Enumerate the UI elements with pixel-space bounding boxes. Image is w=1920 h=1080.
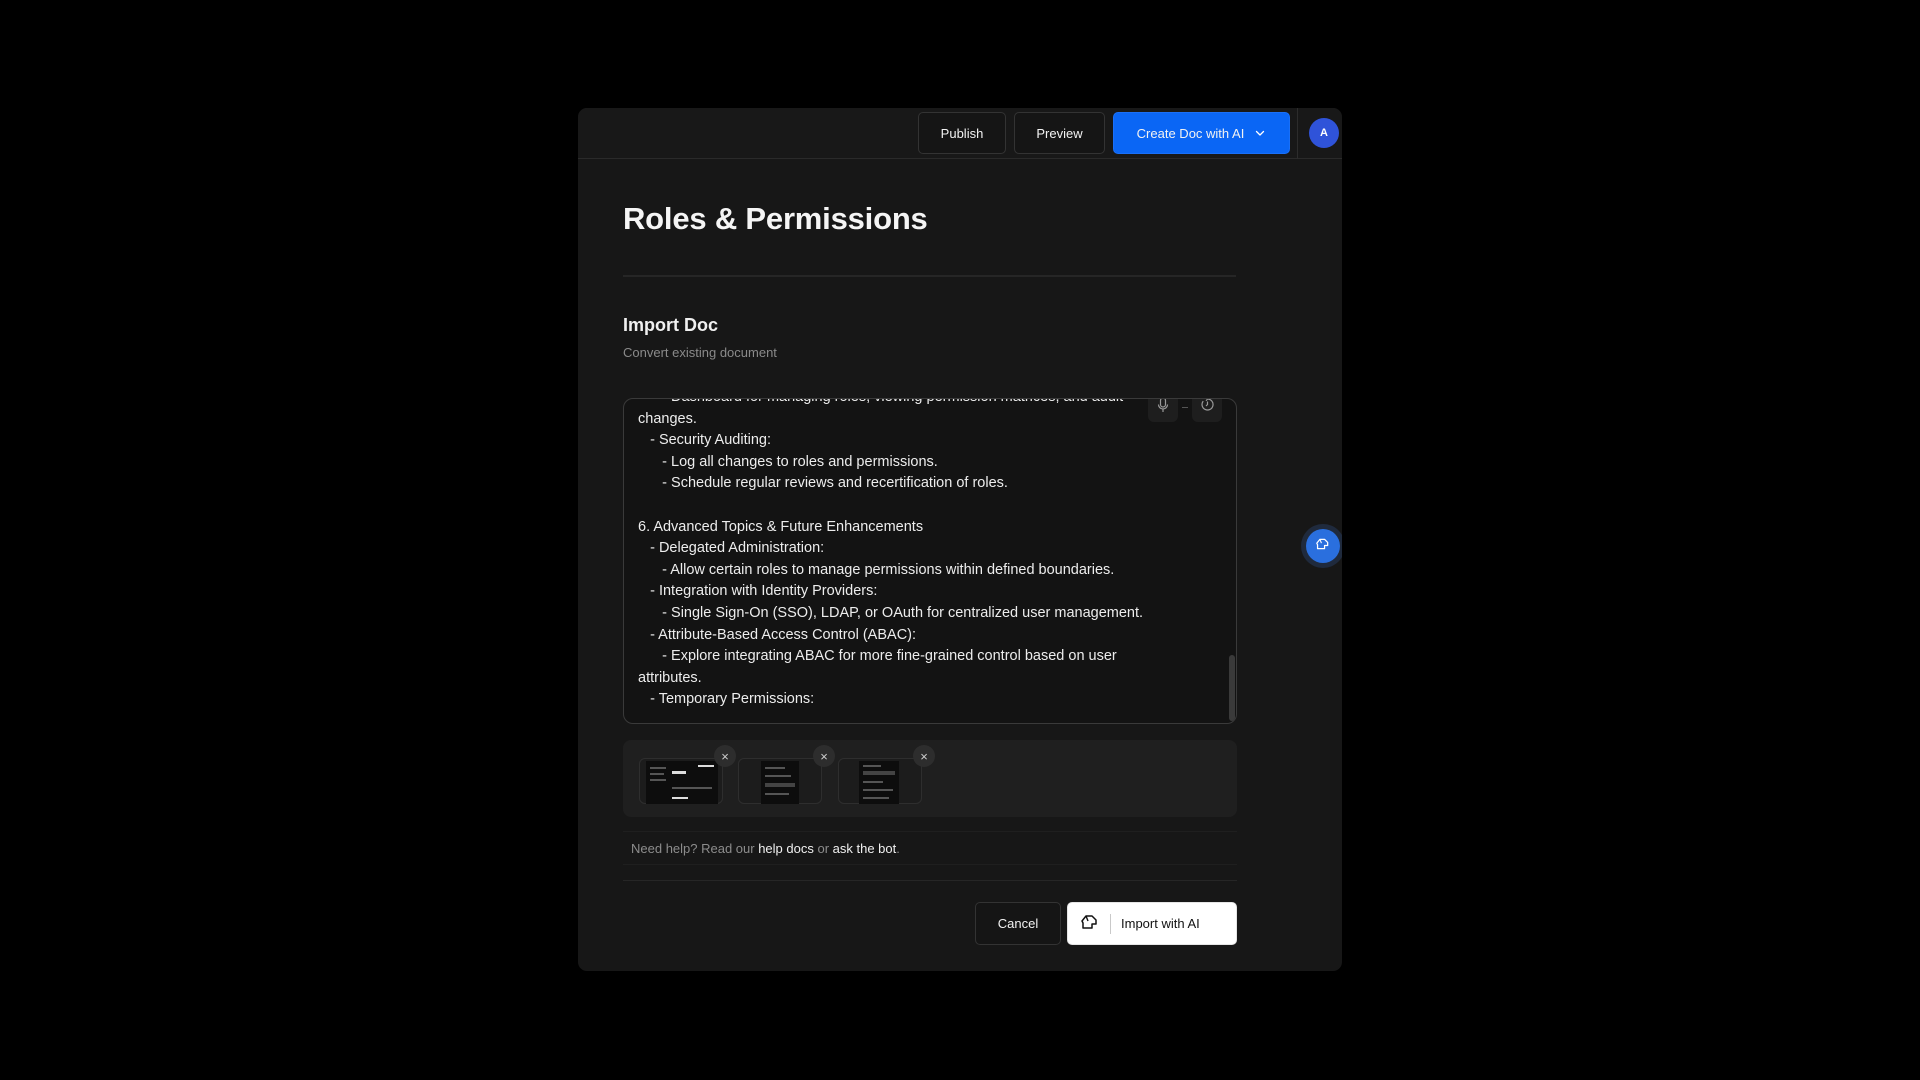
remove-attachment-button[interactable]: × [913, 745, 935, 767]
section-title: Import Doc [623, 315, 719, 335]
history-icon [1200, 399, 1215, 417]
cancel-button[interactable]: Cancel [975, 902, 1061, 945]
title-divider [623, 275, 1236, 277]
editor-scrollbar-thumb[interactable] [1229, 655, 1235, 721]
tool-separator [1182, 406, 1188, 408]
attachment-thumbnail[interactable]: × [738, 745, 835, 804]
user-avatar[interactable]: A [1309, 118, 1339, 148]
close-icon: × [920, 748, 928, 764]
preview-button-label: Preview [1036, 125, 1083, 141]
assistant-fab-ring [1301, 524, 1345, 568]
create-doc-label: Create Doc with AI [1136, 125, 1245, 141]
screen-edge-mask [1342, 510, 1362, 580]
ai-dog-icon [1080, 913, 1100, 934]
top-toolbar: Publish Preview Create Doc with AI A [578, 108, 1342, 159]
import-doc-panel: Publish Preview Create Doc with AI A Rol… [578, 108, 1342, 971]
ask-bot-link[interactable]: ask the bot [833, 841, 897, 856]
section-subtitle: Convert existing document [623, 345, 777, 360]
attachments-tray: × × × [623, 740, 1237, 817]
ai-dog-icon [1315, 537, 1331, 556]
help-suffix: . [896, 840, 900, 856]
document-text[interactable]: - Dashboard for managing roles, viewing … [638, 399, 1216, 711]
document-text-input[interactable]: - Dashboard for managing roles, viewing … [623, 398, 1237, 724]
help-middle: or [813, 840, 833, 856]
publish-button[interactable]: Publish [918, 112, 1006, 154]
attachment-thumbnail[interactable]: × [639, 745, 736, 804]
attachment-preview-image [859, 761, 899, 804]
attachment-preview-image [761, 761, 799, 804]
chevron-down-icon [1254, 127, 1266, 139]
attachment-preview-image [646, 761, 718, 804]
footer-divider [623, 880, 1237, 881]
editor-tools [1148, 399, 1222, 423]
header-divider [1297, 108, 1298, 159]
preview-button[interactable]: Preview [1014, 112, 1105, 154]
remove-attachment-button[interactable]: × [813, 745, 835, 767]
avatar-initial: A [1320, 127, 1328, 139]
import-button-label: Import with AI [1121, 916, 1200, 931]
publish-button-label: Publish [940, 125, 984, 141]
history-button[interactable] [1192, 399, 1222, 422]
help-text: Need help? Read our help docs or ask the… [623, 831, 1237, 865]
cancel-button-label: Cancel [997, 916, 1039, 931]
assistant-button[interactable] [1306, 529, 1340, 563]
close-icon: × [820, 748, 828, 764]
close-icon: × [721, 748, 729, 764]
import-with-ai-button[interactable]: Import with AI [1067, 902, 1237, 945]
microphone-button[interactable] [1148, 399, 1178, 422]
microphone-icon [1156, 399, 1170, 418]
create-doc-with-ai-button[interactable]: Create Doc with AI [1113, 112, 1290, 154]
attachment-thumbnail[interactable]: × [838, 745, 935, 804]
remove-attachment-button[interactable]: × [714, 745, 736, 767]
help-docs-link[interactable]: help docs [758, 841, 814, 856]
button-separator [1110, 913, 1111, 934]
help-prefix: Need help? Read our [631, 840, 759, 856]
page-title: Roles & Permissions [623, 201, 928, 236]
